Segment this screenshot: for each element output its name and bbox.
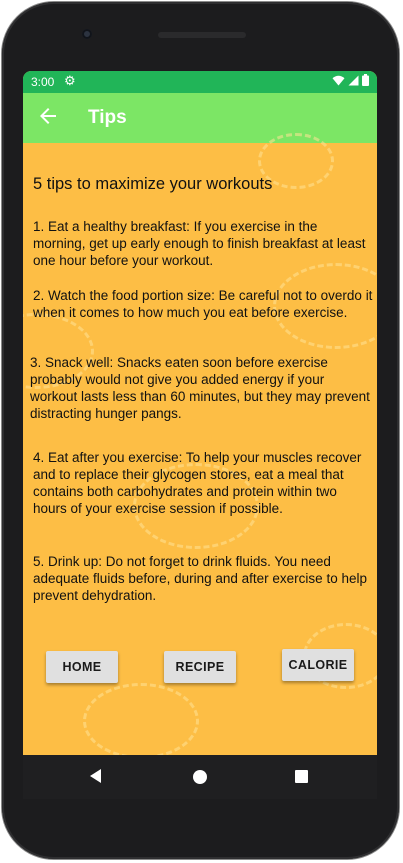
status-icons [332, 74, 369, 86]
gear-icon: ⚙ [64, 73, 76, 88]
app-bar: Tips [23, 93, 377, 143]
recipe-button[interactable]: RECIPE [164, 651, 236, 683]
tip-5: 5. Drink up: Do not forget to drink flui… [33, 554, 367, 603]
nav-home-icon[interactable] [193, 770, 207, 784]
status-time: 3:00 [31, 75, 55, 89]
tip-4: 4. Eat after you exercise: To help your … [33, 450, 362, 516]
status-bar: 3:00 ⚙ [23, 71, 377, 93]
app-screen: 3:00 ⚙ Tips 5 tips to maximize your work… [23, 71, 377, 755]
tip-1: 1. Eat a healthy breakfast: If you exerc… [33, 219, 366, 268]
nav-recents-icon[interactable] [295, 770, 308, 783]
tips-heading: 5 tips to maximize your workouts [33, 175, 273, 193]
home-button[interactable]: HOME [46, 651, 118, 683]
earpiece-speaker [158, 32, 246, 38]
arrow-back-icon[interactable] [36, 104, 60, 128]
page-title: Tips [88, 107, 127, 128]
background-pattern [83, 683, 199, 755]
tip-2: 2. Watch the food portion size: Be caref… [33, 288, 373, 320]
tips-content: 5 tips to maximize your workouts 1. Eat … [23, 133, 377, 755]
nav-back-icon[interactable] [90, 769, 101, 783]
signal-icon [348, 75, 359, 85]
wifi-icon [332, 75, 345, 85]
tip-3: 3. Snack well: Snacks eaten soon before … [30, 355, 370, 421]
calorie-button[interactable]: CALORIE [282, 649, 354, 681]
system-nav-bar [23, 755, 377, 799]
front-camera [82, 29, 92, 39]
battery-icon [362, 74, 369, 86]
